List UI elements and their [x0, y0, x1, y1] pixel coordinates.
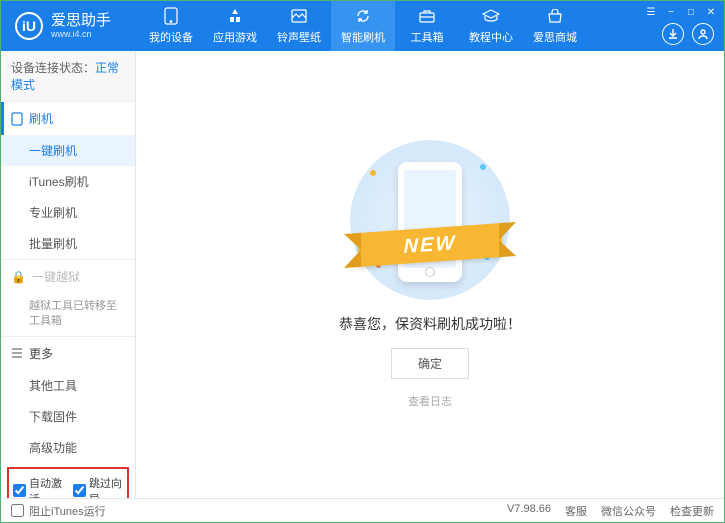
checkbox-label: 阻止iTunes运行: [29, 503, 106, 519]
phone-icon: [162, 7, 180, 25]
nav-flash[interactable]: 智能刷机: [331, 1, 395, 51]
nav-label: 我的设备: [149, 29, 193, 45]
main-nav: 我的设备 应用游戏 铃声壁纸 智能刷机 工具箱 教程中心 爱思商城: [139, 1, 587, 51]
wallpaper-icon: [290, 7, 308, 25]
sidebar-item-pro-flash[interactable]: 专业刷机: [1, 197, 135, 228]
minimize-icon[interactable]: −: [664, 5, 678, 19]
version-label: V7.98.66: [507, 503, 551, 519]
nav-apps[interactable]: 应用游戏: [203, 1, 267, 51]
app-name: 爱思助手: [51, 13, 111, 30]
lock-icon: 🔒: [11, 270, 26, 284]
success-message: 恭喜您，保资料刷机成功啦！: [339, 314, 521, 334]
options-box: 自动激活 跳过向导: [7, 467, 129, 498]
nav-label: 教程中心: [469, 29, 513, 45]
sidebar-item-oneclick-flash[interactable]: 一键刷机: [1, 135, 135, 166]
auto-activate-checkbox[interactable]: 自动激活: [13, 475, 63, 498]
update-link[interactable]: 检查更新: [670, 503, 714, 519]
logo-icon: iU: [15, 12, 43, 40]
nav-label: 铃声壁纸: [277, 29, 321, 45]
checkbox-label: 自动激活: [29, 475, 63, 498]
maximize-icon[interactable]: □: [684, 5, 698, 19]
main-content: NEW 恭喜您，保资料刷机成功啦！ 确定 查看日志: [136, 51, 724, 498]
phone-graphic: [398, 162, 462, 282]
sidebar-item-download-fw[interactable]: 下载固件: [1, 401, 135, 432]
phone-icon: [11, 112, 23, 126]
sidebar-section-flash[interactable]: 刷机: [1, 102, 135, 135]
wechat-link[interactable]: 微信公众号: [601, 503, 656, 519]
checkbox-label: 跳过向导: [89, 475, 123, 498]
header-actions: [662, 23, 714, 45]
apps-icon: [226, 7, 244, 25]
close-icon[interactable]: ✕: [704, 5, 718, 19]
nav-label: 应用游戏: [213, 29, 257, 45]
jailbreak-note: 越狱工具已转移至工具箱: [1, 293, 135, 336]
toolbox-icon: [418, 7, 436, 25]
nav-store[interactable]: 爱思商城: [523, 1, 587, 51]
refresh-icon: [354, 7, 372, 25]
view-log-link[interactable]: 查看日志: [408, 393, 452, 409]
logo-area: iU 爱思助手 www.i4.cn: [1, 12, 125, 40]
nav-toolbox[interactable]: 工具箱: [395, 1, 459, 51]
confirm-button[interactable]: 确定: [391, 348, 469, 379]
list-icon: [11, 348, 23, 358]
success-illustration: NEW: [350, 140, 510, 300]
status-bar: 阻止iTunes运行 V7.98.66 客服 微信公众号 检查更新: [1, 498, 724, 522]
nav-my-device[interactable]: 我的设备: [139, 1, 203, 51]
section-title: 刷机: [29, 110, 53, 127]
skip-guide-checkbox[interactable]: 跳过向导: [73, 475, 123, 498]
support-link[interactable]: 客服: [565, 503, 587, 519]
window-controls: ☰ − □ ✕: [644, 5, 718, 19]
download-icon[interactable]: [662, 23, 684, 45]
store-icon: [546, 7, 564, 25]
hat-icon: [482, 7, 500, 25]
user-icon[interactable]: [692, 23, 714, 45]
app-url: www.i4.cn: [51, 29, 111, 39]
sidebar-item-batch-flash[interactable]: 批量刷机: [1, 228, 135, 259]
menu-icon[interactable]: ☰: [644, 5, 658, 19]
sidebar-item-advanced[interactable]: 高级功能: [1, 432, 135, 463]
section-title: 一键越狱: [32, 268, 80, 285]
sidebar-section-jailbreak: 🔒 一键越狱: [1, 260, 135, 293]
status-label: 设备连接状态：: [11, 61, 95, 75]
sidebar: 设备连接状态：正常模式 刷机 一键刷机 iTunes刷机 专业刷机 批量刷机 🔒…: [1, 51, 136, 498]
sidebar-item-itunes-flash[interactable]: iTunes刷机: [1, 166, 135, 197]
nav-tutorials[interactable]: 教程中心: [459, 1, 523, 51]
nav-ringtones[interactable]: 铃声壁纸: [267, 1, 331, 51]
block-itunes-checkbox[interactable]: 阻止iTunes运行: [11, 503, 106, 519]
app-header: iU 爱思助手 www.i4.cn 我的设备 应用游戏 铃声壁纸 智能刷机 工具…: [1, 1, 724, 51]
sidebar-item-other-tools[interactable]: 其他工具: [1, 370, 135, 401]
nav-label: 工具箱: [411, 29, 444, 45]
nav-label: 爱思商城: [533, 29, 577, 45]
section-title: 更多: [29, 345, 53, 362]
nav-label: 智能刷机: [341, 29, 385, 45]
connection-status: 设备连接状态：正常模式: [1, 51, 135, 101]
sidebar-section-more[interactable]: 更多: [1, 337, 135, 370]
